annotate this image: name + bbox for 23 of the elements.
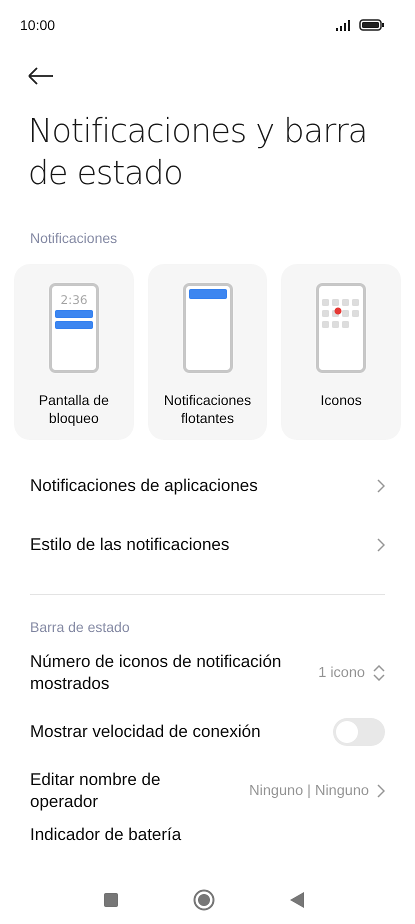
up-down-icon — [373, 664, 385, 680]
setting-row[interactable]: Estilo de las notificaciones — [0, 515, 415, 574]
square-icon[interactable] — [102, 892, 118, 908]
home-icon[interactable] — [192, 889, 214, 911]
section-header: Barra de estado — [30, 619, 131, 635]
option-card[interactable]: Iconos — [281, 264, 402, 440]
setting-row[interactable]: Notificaciones de aplicaciones — [0, 456, 415, 515]
back-triangle-icon[interactable] — [288, 891, 304, 909]
phone-drawing: 2:36 — [48, 283, 99, 373]
setting-row[interactable]: Mostrar velocidad de conexión — [0, 702, 415, 761]
chevron-right-icon — [377, 538, 385, 552]
setting-row[interactable]: Editar nombre de operador Ninguno | Ninguno — [0, 761, 415, 820]
section-header: Notificaciones — [30, 230, 118, 246]
chevron-right-icon — [377, 784, 385, 798]
setting-row[interactable]: Número de iconos de notificación mostrados 1 icono — [0, 643, 415, 702]
chevron-right-icon — [377, 478, 385, 492]
page-title: Notificaciones y barra de estado — [28, 110, 368, 194]
option-card[interactable]: 2:36 Pantalla de bloqueo — [14, 264, 134, 440]
clock-time: 10:00 — [20, 17, 56, 33]
option-card[interactable]: Notificaciones flotantes — [148, 264, 268, 440]
back-button[interactable] — [28, 66, 56, 86]
setting-label: Indicador de batería — [30, 824, 182, 846]
battery-icon — [359, 19, 385, 31]
